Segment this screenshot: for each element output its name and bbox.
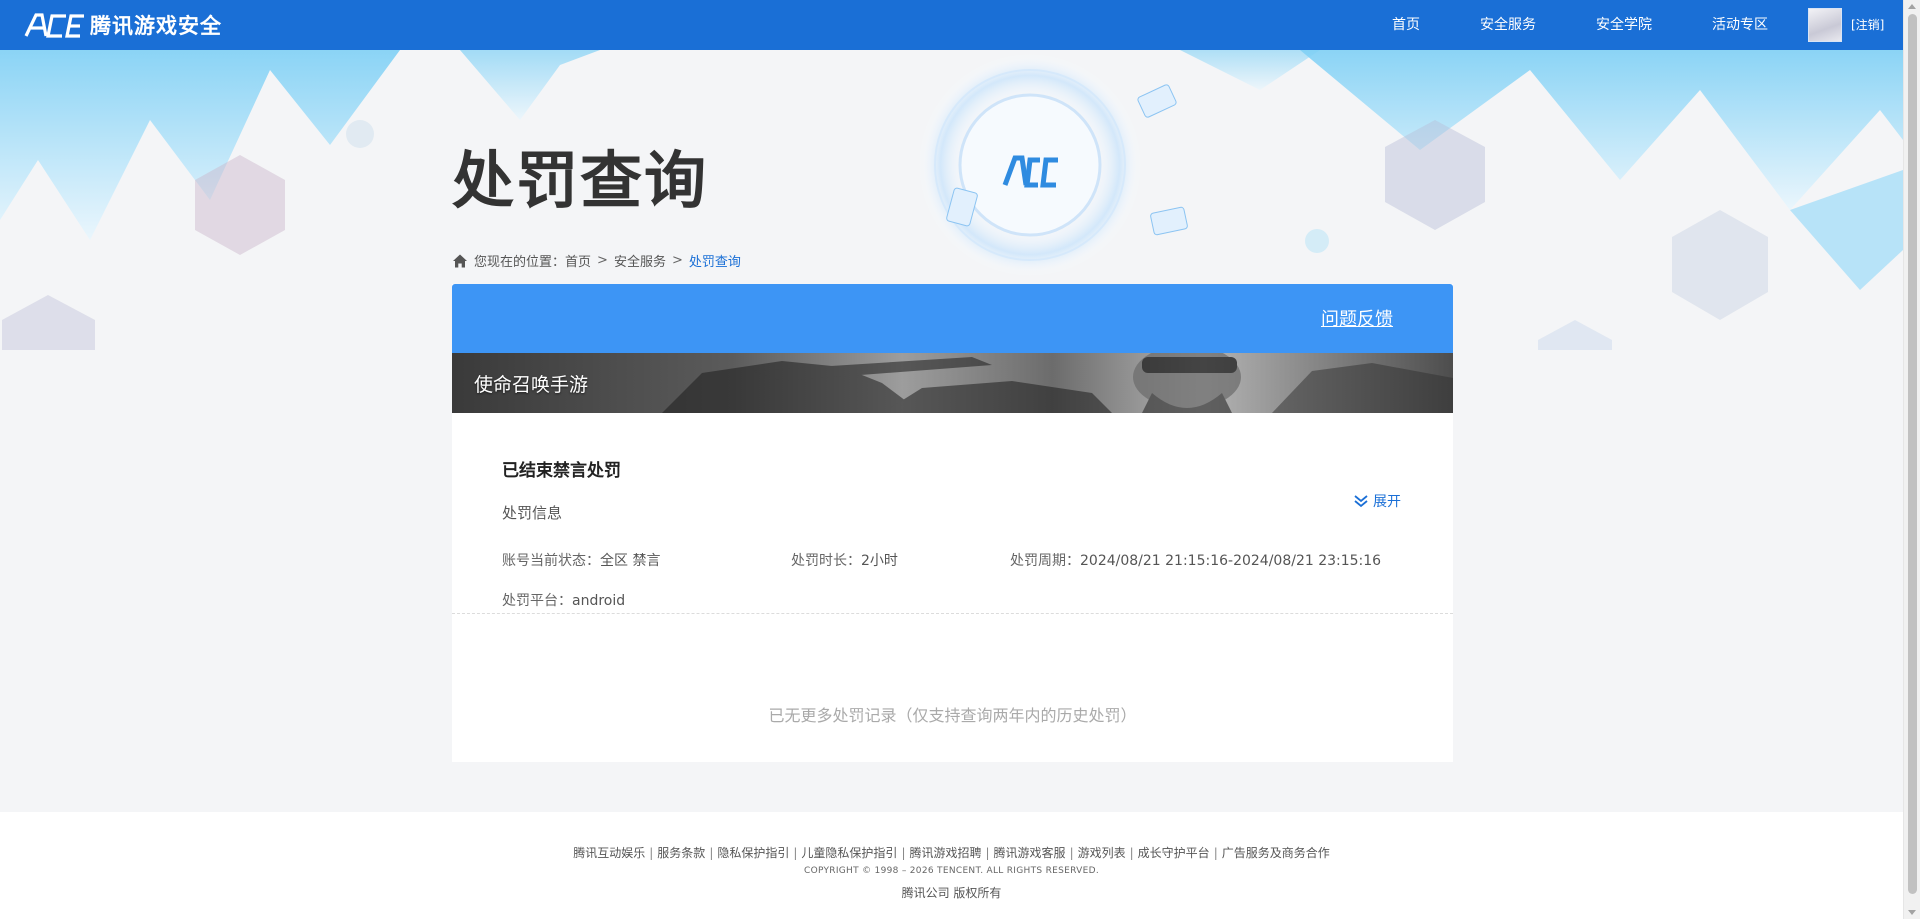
footer-link[interactable]: 腾讯游戏招聘 <box>909 846 981 860</box>
expand-button[interactable]: 展开 <box>1353 491 1401 511</box>
game-name: 使命召唤手游 <box>474 374 589 396</box>
expand-label: 展开 <box>1373 494 1401 510</box>
feedback-link[interactable]: 问题反馈 <box>1321 305 1393 331</box>
double-chevron-down-icon <box>1354 495 1368 508</box>
page-title: 处罚查询 <box>452 144 709 217</box>
breadcrumb: 您现在的位置： 首页 > 安全服务 > 处罚查询 <box>452 251 741 270</box>
logout-link[interactable]: [注销] <box>1851 0 1884 50</box>
field-value: 2小时 <box>861 553 898 569</box>
field-value: android <box>572 593 626 609</box>
game-banner-art <box>662 353 1453 413</box>
footer-link[interactable]: 腾讯游戏客服 <box>994 846 1066 860</box>
card-header: 问题反馈 <box>452 284 1453 353</box>
field-duration: 处罚时长：2小时 <box>791 550 898 570</box>
field-value: 2024/08/21 21:15:16-2024/08/21 23:15:16 <box>1080 553 1382 569</box>
footer-link[interactable]: 隐私保护指引 <box>717 846 789 860</box>
field-label: 账号当前状态： <box>502 553 600 569</box>
logo-text: 腾讯游戏安全 <box>90 14 222 38</box>
field-period: 处罚周期：2024/08/21 21:15:16-2024/08/21 23:1… <box>1010 550 1381 570</box>
field-label: 处罚时长： <box>791 553 861 569</box>
footer-link[interactable]: 广告服务及商务合作 <box>1222 846 1330 860</box>
vertical-scrollbar[interactable] <box>1903 0 1920 919</box>
footer-link[interactable]: 儿童隐私保护指引 <box>801 846 897 860</box>
footer-link[interactable]: 腾讯互动娱乐 <box>573 846 645 860</box>
field-value: 全区 禁言 <box>600 553 661 569</box>
footer-links: 腾讯互动娱乐 | 服务条款 | 隐私保护指引 | 儿童隐私保护指引 | 腾讯游戏招聘 | 腾讯游戏客… <box>573 846 1330 860</box>
footer-link[interactable]: 游戏列表 <box>1078 846 1126 860</box>
top-nav-bar: 腾讯游戏安全 首页 安全服务 安全学院 活动专区 [注销] <box>0 0 1920 50</box>
no-more-records: 已无更多处罚记录（仅支持查询两年内的历史处罚） <box>768 706 1137 725</box>
field-label: 处罚平台： <box>502 593 572 609</box>
game-banner: 使命召唤手游 <box>452 353 1453 413</box>
nav-home[interactable]: 首页 <box>1392 0 1420 50</box>
record-subtitle: 处罚信息 <box>502 504 563 522</box>
field-account-status: 账号当前状态：全区 禁言 <box>502 550 660 570</box>
breadcrumb-security-service[interactable]: 安全服务 <box>614 251 666 270</box>
nav-security-academy[interactable]: 安全学院 <box>1596 0 1652 50</box>
record-title: 已结束禁言处罚 <box>502 461 621 481</box>
nav-activity-zone[interactable]: 活动专区 <box>1712 0 1768 50</box>
footer-link[interactable]: 服务条款 <box>657 846 705 860</box>
home-icon <box>453 254 467 267</box>
user-avatar[interactable] <box>1808 8 1842 42</box>
copyright: COPYRIGHT © 1998 – 2026 TENCENT. ALL RIG… <box>803 866 1100 876</box>
breadcrumb-home[interactable]: 首页 <box>565 251 591 270</box>
nav-security-service[interactable]: 安全服务 <box>1480 0 1536 50</box>
footer-link[interactable]: 成长守护平台 <box>1138 846 1210 860</box>
breadcrumb-separator: > <box>597 253 608 268</box>
punishment-card: 问题反馈 使命召唤手游 已结束禁言处罚 处罚信息 账号当前状态：全区 禁言 处罚… <box>452 284 1453 762</box>
breadcrumb-prefix: 您现在的位置： <box>474 255 566 270</box>
field-platform: 处罚平台：android <box>502 590 625 610</box>
company-rights: 腾讯公司 版权所有 <box>901 886 1002 900</box>
field-label: 处罚周期： <box>1010 553 1080 569</box>
ace-logo-icon <box>24 13 84 38</box>
footer: 腾讯互动娱乐 | 服务条款 | 隐私保护指引 | 儿童隐私保护指引 | 腾讯游戏招聘 | 腾讯游戏客… <box>0 812 1903 919</box>
scroll-up-arrow-icon[interactable] <box>1908 4 1916 9</box>
breadcrumb-separator: > <box>671 253 683 268</box>
breadcrumb-current: 处罚查询 <box>688 255 741 270</box>
ace-logo[interactable]: 腾讯游戏安全 <box>22 8 222 42</box>
scrollbar-thumb[interactable] <box>1908 14 1917 894</box>
scroll-down-arrow-icon[interactable] <box>1908 910 1916 915</box>
punishment-record: 已结束禁言处罚 处罚信息 账号当前状态：全区 禁言 处罚时长：2小时 处罚周期：… <box>452 413 1453 614</box>
